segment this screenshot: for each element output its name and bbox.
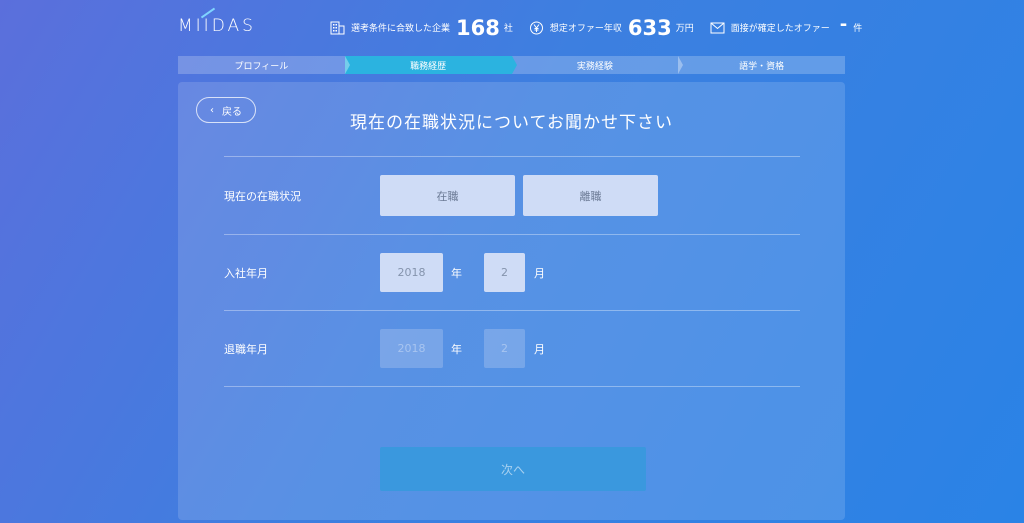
stat-label: 面接が確定したオファー (730, 24, 830, 34)
step-work-history: 職務経歴 (344, 56, 517, 74)
year-unit: 年 (451, 267, 462, 280)
stat-unit: 件 (853, 24, 863, 34)
month-unit: 月 (534, 267, 545, 280)
stat-label: 想定オファー年収 (549, 24, 622, 34)
employed-button[interactable]: 在職 (380, 175, 515, 216)
year-unit: 年 (451, 343, 462, 356)
leave-date-label: 退職年月 (224, 343, 268, 356)
step-label: 職務経歴 (410, 61, 447, 72)
logo-text: MIIDAS (178, 16, 256, 36)
header: MIIDAS 選考条件に合致した企業 168 社 想定オファー年収 633 万円 (0, 0, 1024, 56)
step-label: プロフィール (234, 61, 289, 72)
page-title: 現在の在職状況についてお聞かせ下さい (350, 113, 673, 133)
mail-icon (710, 22, 725, 33)
form-card: ‹ 戻る 現在の在職状況についてお聞かせ下さい 現在の在職状況 在職 離職 入社… (178, 82, 845, 520)
next-button[interactable]: 次へ (380, 447, 646, 491)
progress-steps: プロフィール 職務経歴 実務経験 語学・資格 (178, 56, 845, 74)
divider (224, 386, 800, 387)
month-unit: 月 (534, 343, 545, 356)
stat-unit: 社 (503, 24, 513, 34)
stat-offer-salary: 想定オファー年収 633 万円 (529, 16, 694, 40)
join-month-input[interactable]: 2 (484, 253, 525, 292)
stat-confirmed-interviews: 面接が確定したオファー - 件 (710, 14, 863, 41)
stat-label: 選考条件に合致した企業 (351, 24, 451, 34)
building-icon (330, 21, 345, 34)
stat-value: - (839, 14, 848, 35)
divider (224, 234, 800, 235)
step-label: 語学・資格 (739, 61, 785, 72)
step-profile: プロフィール (178, 56, 350, 74)
leave-year-input[interactable]: 2018 (380, 329, 443, 368)
logo[interactable]: MIIDAS (178, 7, 256, 36)
stat-matching-companies: 選考条件に合致した企業 168 社 (330, 16, 513, 40)
join-year-input[interactable]: 2018 (380, 253, 443, 292)
employment-status-label: 現在の在職状況 (224, 190, 301, 203)
divider (224, 156, 800, 157)
step-experience: 実務経験 (511, 56, 684, 74)
join-date-label: 入社年月 (224, 267, 268, 280)
stat-value: 633 (627, 15, 672, 40)
stats-bar: 選考条件に合致した企業 168 社 想定オファー年収 633 万円 面接が確定し… (330, 14, 878, 41)
leave-month-input[interactable]: 2 (484, 329, 525, 368)
resigned-button[interactable]: 離職 (523, 175, 658, 216)
step-label: 実務経験 (576, 61, 613, 72)
stat-value: 168 (456, 15, 500, 40)
stat-unit: 万円 (675, 24, 694, 34)
yen-icon (529, 21, 543, 34)
divider (224, 310, 800, 311)
step-language-qualifications: 語学・資格 (678, 56, 845, 74)
